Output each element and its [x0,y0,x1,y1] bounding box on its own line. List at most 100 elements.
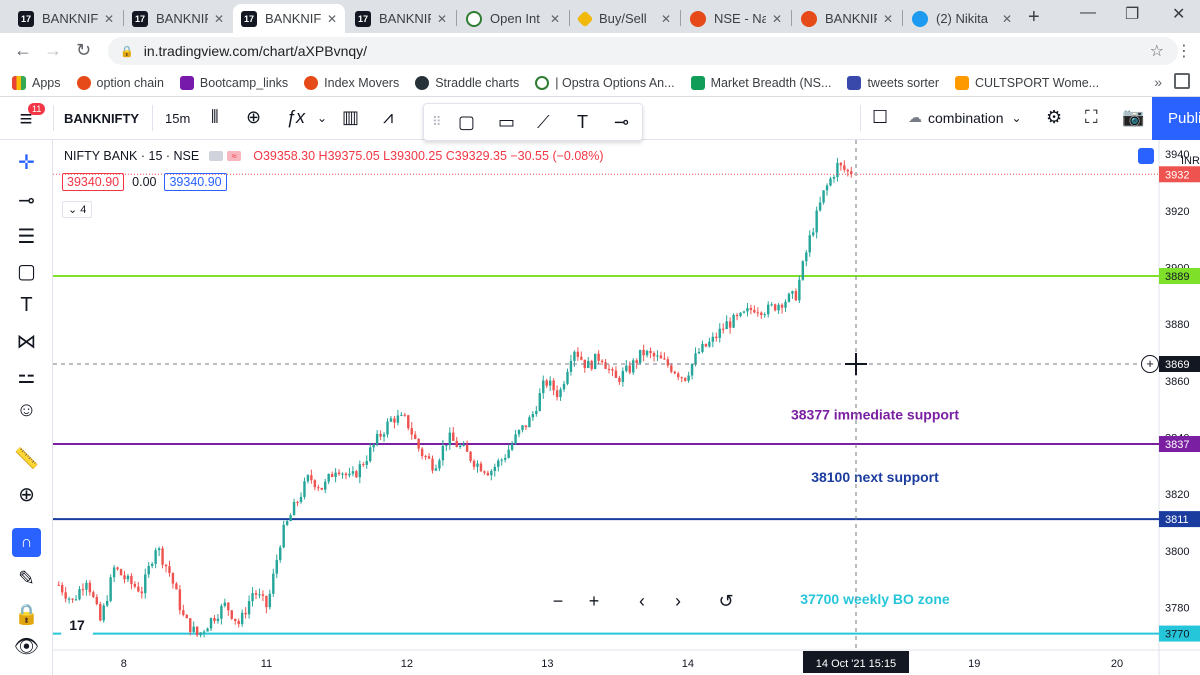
crosshair-icon[interactable]: ✛ [0,150,53,175]
browser-tab[interactable]: 17 BANKNIF ✕ [124,4,232,33]
sell-price-button[interactable]: 39340.90 [62,173,125,191]
candle-body [576,351,580,357]
layout-name-button[interactable]: ☁ combination ⌄ [908,109,1022,126]
camera-icon[interactable]: 📷 [1122,107,1144,128]
hamburger-menu-icon[interactable]: ≡ [0,97,52,140]
chrome-menu-icon[interactable]: ⋮ [1176,41,1192,61]
checkbox-icon[interactable]: ☐ [872,107,888,128]
star-icon[interactable]: ☆ [1150,41,1164,61]
candle-body [503,457,507,460]
scroll-right-icon[interactable]: › [663,586,693,616]
lock-icon[interactable]: 🔒 [0,602,53,627]
close-icon[interactable]: ✕ [327,12,337,26]
callout-icon[interactable]: ▭ [498,112,515,133]
chevron-down-icon[interactable]: ⌄ [317,111,327,125]
candle-body [417,438,420,449]
bookmark-index-movers[interactable]: Index Movers [304,75,399,90]
publish-button[interactable]: Publi [1152,97,1200,140]
indicators-toggle[interactable]: ⌄ 4 [62,201,93,218]
address-bar[interactable]: 🔒 in.tradingview.com/chart/aXPBvnqy/ ☆ [108,37,1178,65]
v-icon [847,75,862,90]
price-chart[interactable]: 378038003820384038603880390039203940INR8… [53,140,1200,675]
bookmark-market-breadth[interactable]: Market Breadth (NS... [690,75,831,90]
shapes-icon[interactable]: ▢ [0,259,53,284]
maximize-icon[interactable]: ❐ [1125,4,1139,24]
open-interest-favicon-icon [466,10,482,27]
stay-drawing-icon[interactable]: ✎ [0,566,53,591]
symbol-search-button[interactable]: BANKNIFTY [64,111,139,126]
browser-tab[interactable]: (2) Nikita ✕ [904,4,1020,33]
candle-body [379,433,382,437]
trend-line-icon[interactable]: ⟋ [537,112,550,133]
browser-tab[interactable]: NSE - Na ✕ [682,4,790,33]
alert-icon[interactable]: ⩘ [383,107,393,128]
trend-line-icon[interactable]: ⊸ [0,188,53,213]
close-icon[interactable]: ✕ [883,12,893,26]
indicators-icon[interactable]: ƒx [286,107,305,128]
sync-icon[interactable] [1138,148,1154,164]
fullscreen-icon[interactable]: ⛶ [1085,107,1098,128]
zoom-in-icon[interactable]: ⊕ [0,482,53,507]
scroll-left-icon[interactable]: ‹ [627,586,657,616]
add-plus-icon[interactable]: + [1141,355,1159,373]
close-icon[interactable]: ✕ [214,12,224,26]
buy-price-button[interactable]: 39340.90 [164,173,227,191]
horizontal-line-icon[interactable]: ⊸ [614,112,629,133]
emoji-icon[interactable]: ☺ [0,399,53,422]
interval-button[interactable]: 15m [165,111,190,126]
reset-icon[interactable]: ↺ [711,586,741,616]
bookmark-tweets-sorter[interactable]: tweets sorter [847,75,939,90]
reload-icon[interactable]: ↻ [76,40,91,61]
browser-tab[interactable]: 17 BANKNIF ✕ [10,4,122,33]
close-icon[interactable]: ✕ [772,12,782,26]
gear-icon[interactable]: ⚙ [1046,107,1062,128]
browser-tab-active[interactable]: 17 BANKNIF ✕ [233,4,345,33]
browser-tab[interactable]: Buy/Sell ✕ [571,4,679,33]
candle-body [479,463,483,472]
candle-body [261,594,265,596]
zoom-out-icon[interactable]: − [543,586,573,616]
new-tab-icon[interactable]: + [1028,6,1040,29]
bookmark-option-chain[interactable]: option chain [76,75,164,90]
fib-icon[interactable]: ☰ [0,224,53,249]
bookmark-straddle[interactable]: Straddle charts [415,75,519,90]
more-bookmarks-icon[interactable]: » [1154,74,1162,90]
ruler-icon[interactable]: 📏 [0,446,53,471]
close-icon[interactable]: ✕ [661,12,671,26]
candle-body [611,369,614,371]
browser-tab[interactable]: 17 BANKNIF ✕ [347,4,455,33]
browser-tab[interactable]: BANKNIF ✕ [793,4,901,33]
eye-icon[interactable]: 👁 [0,634,53,659]
window-close-icon[interactable]: ✕ [1172,4,1185,24]
magnet-icon[interactable]: ∩ [12,528,41,557]
chart-area[interactable]: 378038003820384038603880390039203940INR8… [53,140,1200,675]
text-icon[interactable]: T [0,294,53,317]
rectangle-icon[interactable]: ▢ [458,112,475,133]
close-icon[interactable]: ✕ [437,12,447,26]
candle-body [413,434,417,439]
templates-icon[interactable]: ▥ [342,107,359,128]
bookmark-cultsport[interactable]: CULTSPORT Wome... [955,75,1099,90]
bookmark-opstra[interactable]: | Opstra Options An... [535,75,675,90]
reading-list-icon[interactable] [1174,73,1190,89]
text-icon[interactable]: T [577,112,588,133]
compare-icon[interactable]: ⊕ [246,107,261,128]
minimize-icon[interactable]: — [1080,4,1096,22]
candle-body [604,362,607,369]
bookmark-apps[interactable]: Apps [12,75,61,90]
close-icon[interactable]: ✕ [550,12,560,26]
candle-body [780,304,784,308]
bookmark-bootcamp[interactable]: Bootcamp_links [179,75,288,90]
browser-tab[interactable]: Open Int ✕ [458,4,568,33]
patterns-icon[interactable]: ⋈ [0,329,53,354]
close-icon[interactable]: ✕ [104,12,114,26]
forward-arrow-icon[interactable]: → [44,40,62,61]
close-icon[interactable]: ✕ [1002,12,1012,26]
candles-icon[interactable]: ⫴ [211,107,219,128]
drag-handle-icon[interactable]: ⠿ [432,114,442,130]
zoom-in-icon[interactable]: + [579,586,609,616]
prediction-icon[interactable]: ⚍ [0,364,53,389]
wave-icon[interactable]: ≈ [227,151,242,161]
hide-icon[interactable] [209,151,224,161]
back-arrow-icon[interactable]: ← [14,40,32,61]
